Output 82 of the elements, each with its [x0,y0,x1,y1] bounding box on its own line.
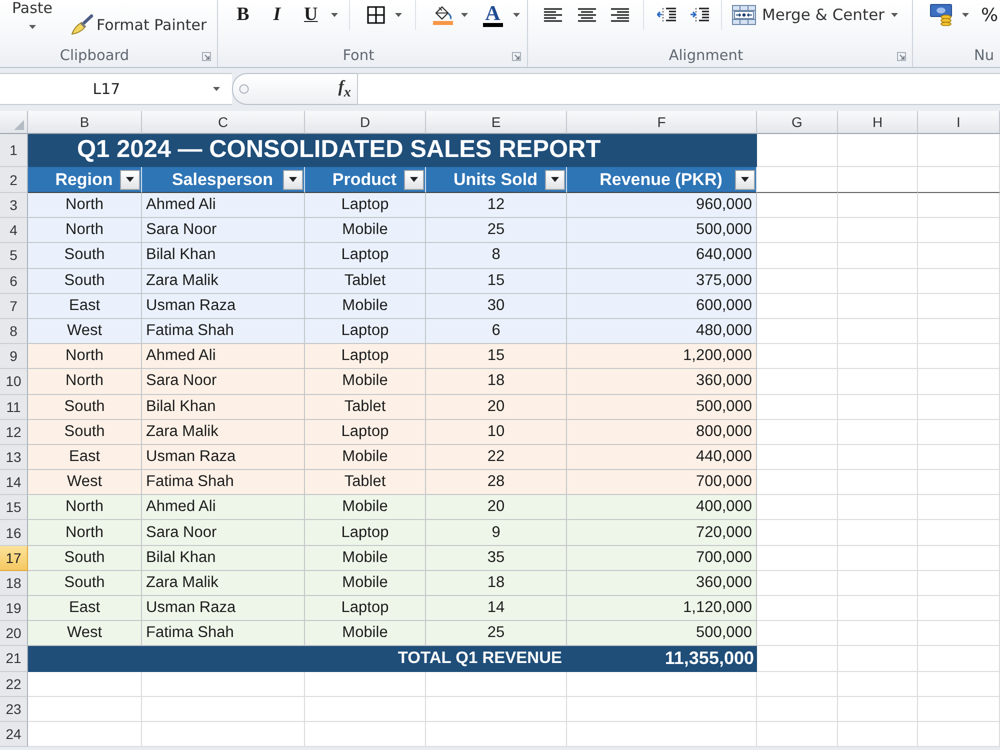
row-header[interactable]: 23 [0,696,28,722]
paste-button[interactable]: Paste [6,0,58,37]
italic-button[interactable]: I [260,2,294,28]
column-heading: Product [331,170,398,190]
filter-button[interactable] [545,170,565,190]
insert-function-button[interactable]: f$_{x}$ [332,76,357,102]
row-header[interactable]: 19 [0,596,28,622]
row-header[interactable]: 14 [0,470,28,496]
filter-button[interactable] [120,170,140,190]
filter-button[interactable] [404,170,424,190]
caret-icon [213,87,220,91]
increase-indent-icon [690,7,710,23]
name-box[interactable]: L17 [0,73,232,105]
grid-icon [366,6,385,24]
paintbrush-icon [70,14,94,36]
merge-cells-icon [732,5,756,25]
column-heading: Revenue (PKR) [598,170,724,190]
format-painter-button[interactable]: Format Painter [66,12,210,38]
row-header[interactable]: 9 [0,344,28,370]
merge-center-button[interactable]: Merge & Center [730,2,900,28]
report-title: Q1 2024 — CONSOLIDATED SALES REPORT [28,134,757,167]
row-header[interactable]: 6 [0,268,28,294]
row-header[interactable]: 12 [0,420,28,445]
circle-icon [239,84,249,94]
align-left-icon [544,8,562,22]
row-header[interactable]: 18 [0,570,28,596]
dropdown-arrow-icon [410,177,418,182]
dialog-launcher-icon[interactable] [202,52,211,60]
filter-button[interactable] [735,170,755,190]
group-label: Alignment [668,48,744,64]
dialog-launcher-icon[interactable] [512,52,521,60]
dropdown-arrow-icon [126,177,134,182]
column-header[interactable]: E [426,111,567,134]
row-header[interactable]: 20 [0,621,28,646]
paint-bucket-icon [432,6,453,20]
row-header[interactable]: 1 [0,134,28,167]
column-heading: Region [54,170,114,190]
row-header[interactable]: 15 [0,495,28,520]
row-header[interactable]: 3 [0,193,28,218]
decrease-indent-icon [657,7,677,23]
bold-button[interactable]: B [226,2,260,28]
triangle-icon [14,120,24,130]
row-header[interactable]: 10 [0,369,28,394]
row-header[interactable]: 7 [0,294,28,319]
group-label: Font [342,48,376,64]
row-header[interactable]: 16 [0,520,28,546]
column-header[interactable]: G [757,111,838,134]
percent-button[interactable]: % [978,2,1000,28]
font-color-button[interactable]: A [480,2,523,28]
column-header[interactable]: C [142,111,305,134]
row-header[interactable]: 22 [0,672,28,697]
column-header[interactable]: H [838,111,918,134]
total-value: 11,355,000 [664,647,755,670]
underline-button[interactable]: U [294,2,341,28]
row-header[interactable]: 11 [0,394,28,420]
column-header[interactable]: B [28,111,142,134]
row-header[interactable]: 17 [0,546,28,571]
row-header[interactable]: 21 [0,646,28,672]
align-right-icon [611,8,629,22]
dialog-launcher-icon[interactable] [897,52,906,60]
row-header[interactable]: 24 [0,722,28,748]
column-header[interactable]: F [567,111,757,134]
total-label: TOTAL Q1 REVENUE [396,648,563,670]
group-label: Clipboard [58,48,130,64]
dropdown-arrow-icon [551,177,559,182]
row-header[interactable]: 8 [0,318,28,344]
dropdown-arrow-icon [741,177,749,182]
group-label: Nu [974,48,994,64]
dropdown-arrow-icon [289,177,297,182]
column-heading: Units Sold [452,170,539,190]
currency-button[interactable] [927,2,972,28]
row-header[interactable]: 13 [0,444,28,470]
column-header[interactable]: I [918,111,1000,134]
filter-button[interactable] [283,170,303,190]
money-icon [930,4,954,26]
row-header[interactable]: 5 [0,243,28,269]
formula-input[interactable] [357,73,1000,105]
column-header[interactable]: D [305,111,426,134]
row-header[interactable]: 4 [0,218,28,244]
align-center-icon [578,8,596,22]
row-header[interactable]: 2 [0,167,28,193]
column-heading: Salesperson [170,170,274,190]
